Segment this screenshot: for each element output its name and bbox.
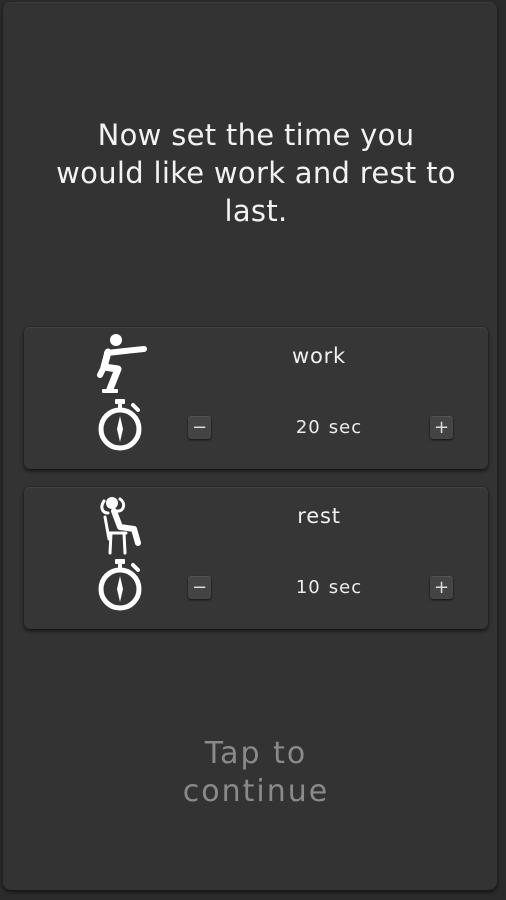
- rest-duration: 10 sec: [244, 576, 414, 600]
- rest-decrement-button[interactable]: −: [188, 576, 211, 599]
- instruction-text: Now set the time you would like work and…: [33, 116, 479, 230]
- work-duration-unit: sec: [328, 417, 363, 438]
- instruction-line-1: Now set the time you: [97, 118, 415, 152]
- seated-relaxing-figure-icon: [100, 497, 141, 555]
- rest-label: rest: [297, 504, 341, 528]
- stopwatch-icon: [98, 559, 142, 611]
- work-duration-value: 20: [295, 417, 321, 438]
- continue-line-2: continue: [182, 774, 330, 809]
- work-decrement-button[interactable]: −: [188, 416, 211, 439]
- rest-duration-unit: sec: [328, 577, 363, 598]
- rest-duration-value: 10: [295, 577, 321, 598]
- rest-increment-button[interactable]: +: [430, 576, 453, 599]
- instruction-line-2: would like work and rest to: [56, 156, 456, 190]
- squat-figure-icon: [97, 334, 147, 393]
- continue-line-1: Tap to: [204, 736, 308, 771]
- screen-panel: Now set the time you would like work and…: [3, 2, 497, 890]
- tap-to-continue-button[interactable]: Tap to continue: [123, 735, 389, 811]
- work-label: work: [291, 344, 347, 368]
- stopwatch-icon: [98, 399, 142, 451]
- rest-interval-card: rest − 10 sec +: [24, 487, 488, 629]
- work-duration: 20 sec: [244, 416, 414, 440]
- work-increment-button[interactable]: +: [430, 416, 453, 439]
- work-interval-card: work − 20 sec +: [24, 327, 488, 469]
- instruction-line-3: last.: [224, 194, 288, 228]
